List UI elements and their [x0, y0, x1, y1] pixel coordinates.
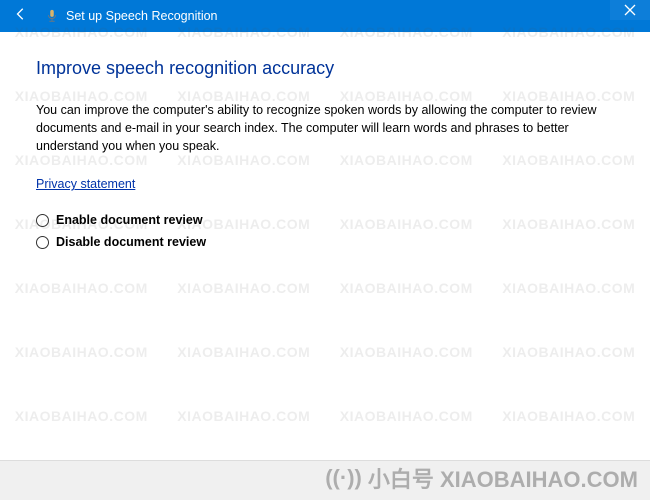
titlebar: Set up Speech Recognition — [0, 0, 650, 32]
page-description: You can improve the computer's ability t… — [36, 101, 614, 155]
wizard-footer — [0, 460, 650, 500]
close-button[interactable] — [610, 0, 650, 20]
radio-label: Disable document review — [56, 235, 206, 249]
radio-label: Enable document review — [56, 213, 203, 227]
wizard-content: Improve speech recognition accuracy You … — [0, 32, 650, 460]
document-review-radio-group: Enable document review Disable document … — [36, 213, 614, 249]
radio-icon — [36, 214, 49, 227]
enable-document-review-radio[interactable]: Enable document review — [36, 213, 614, 227]
privacy-statement-link[interactable]: Privacy statement — [36, 177, 135, 191]
back-button[interactable] — [8, 7, 34, 26]
microphone-icon — [44, 8, 60, 24]
page-heading: Improve speech recognition accuracy — [36, 58, 614, 79]
disable-document-review-radio[interactable]: Disable document review — [36, 235, 614, 249]
radio-icon — [36, 236, 49, 249]
window-title: Set up Speech Recognition — [66, 9, 218, 23]
